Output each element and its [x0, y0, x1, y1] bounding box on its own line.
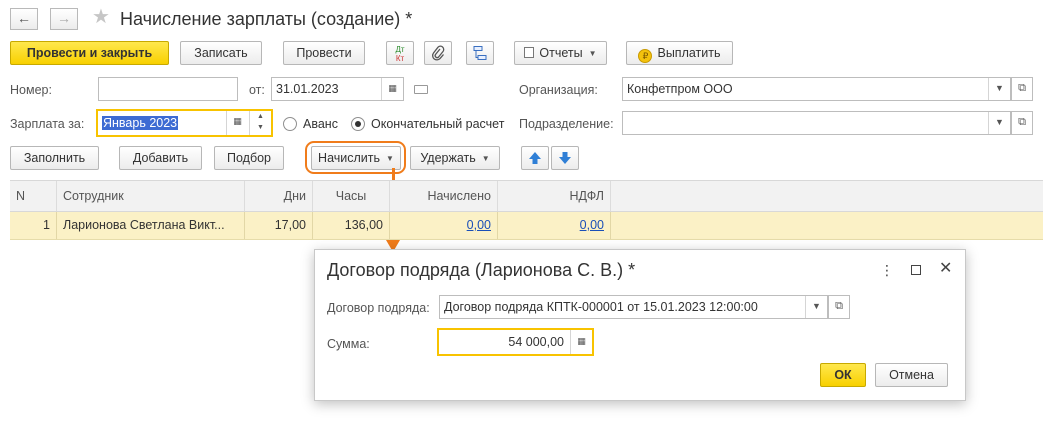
chevron-down-icon: ▼: [588, 48, 597, 58]
move-up-button[interactable]: [521, 146, 549, 170]
save-button[interactable]: Записать: [180, 41, 262, 65]
withhold-label: Удержать: [420, 151, 476, 165]
coin-icon: ₽: [638, 49, 653, 63]
period-spinner[interactable]: ▲ ▼: [249, 111, 271, 135]
row-number: 1: [10, 212, 57, 239]
reports-label: Отчеты: [539, 46, 583, 60]
salary-period-field[interactable]: Январь 2023 ▦ ▲ ▼: [96, 109, 273, 137]
arrow-up-icon: [529, 152, 541, 164]
dt-kt-icon: Дт Кт: [387, 42, 413, 63]
employee-cell[interactable]: Ларионова Светлана Викт...: [57, 212, 245, 239]
open-icon: ⧉: [1018, 116, 1026, 128]
maximize-icon[interactable]: [911, 265, 921, 275]
open-department-button[interactable]: ⧉: [1011, 111, 1033, 135]
page-title: Начисление зарплаты (создание) *: [120, 9, 413, 29]
ndfl-link[interactable]: 0,00: [580, 218, 604, 232]
accrued-cell[interactable]: 0,00: [390, 212, 498, 239]
select-button[interactable]: Подбор: [214, 146, 284, 170]
withhold-menu-button[interactable]: Удержать ▼: [410, 146, 500, 170]
advance-label: Аванс: [303, 117, 338, 131]
open-icon: ⧉: [1018, 82, 1026, 94]
structure-button[interactable]: [466, 41, 494, 65]
contract-field[interactable]: Договор подряда КПТК-000001 от 15.01.202…: [439, 295, 828, 319]
advance-radio[interactable]: [283, 117, 297, 131]
sum-field[interactable]: 54 000,00 ▦: [437, 328, 594, 356]
final-settlement-label: Окончательный расчет: [371, 117, 505, 131]
accrued-link[interactable]: 0,00: [467, 218, 491, 232]
dialog-title: Договор подряда (Ларионова С. В.) *: [327, 260, 636, 280]
forward-button[interactable]: →: [50, 8, 78, 30]
calendar-icon[interactable]: ▦: [381, 78, 403, 100]
column-header-hours[interactable]: Часы: [313, 181, 390, 211]
organization-field[interactable]: Конфетпром ООО ▼: [622, 77, 1011, 101]
calendar-icon[interactable]: ▦: [226, 111, 248, 135]
arrow-down-icon: [559, 152, 571, 164]
dt-label: Дт: [395, 45, 405, 54]
comment-icon[interactable]: [414, 85, 428, 94]
final-settlement-radio[interactable]: [351, 117, 365, 131]
date-label: от:: [249, 83, 265, 97]
table-header: N Сотрудник Дни Часы Начислено НДФЛ: [10, 180, 1043, 212]
chevron-down-icon[interactable]: ▼: [988, 112, 1010, 134]
sum-label: Сумма:: [327, 337, 370, 351]
back-button[interactable]: ←: [10, 8, 38, 30]
chevron-down-icon[interactable]: ▼: [805, 296, 827, 318]
column-header-accrued[interactable]: Начислено: [390, 181, 498, 211]
kt-label: Кт: [395, 54, 405, 63]
department-label: Подразделение:: [519, 117, 614, 131]
reports-icon: [524, 47, 535, 58]
calculator-icon[interactable]: ▦: [570, 330, 592, 354]
hierarchy-icon: [473, 46, 487, 60]
days-cell[interactable]: 17,00: [245, 212, 313, 239]
date-field[interactable]: 31.01.2023 ▦: [271, 77, 404, 101]
contract-dialog: Договор подряда (Ларионова С. В.) * ⋮ ✕ …: [314, 249, 966, 401]
contract-label: Договор подряда:: [327, 301, 430, 315]
paperclip-icon: [432, 45, 445, 61]
post-button[interactable]: Провести: [283, 41, 365, 65]
salary-period-value: Январь 2023: [102, 116, 179, 130]
add-button[interactable]: Добавить: [119, 146, 202, 170]
table-row[interactable]: 1 Ларионова Светлана Викт... 17,00 136,0…: [10, 212, 1043, 240]
more-icon[interactable]: ⋮: [880, 262, 894, 278]
number-label: Номер:: [10, 83, 52, 97]
arrow-right-icon: →: [57, 10, 71, 26]
organization-label: Организация:: [519, 83, 598, 97]
salary-for-label: Зарплата за:: [10, 117, 85, 131]
attach-button[interactable]: [424, 41, 452, 65]
favorite-star-icon[interactable]: ★: [92, 6, 110, 28]
contract-value: Договор подряда КПТК-000001 от 15.01.202…: [444, 300, 758, 314]
column-header-days[interactable]: Дни: [245, 181, 313, 211]
department-field[interactable]: ▼: [622, 111, 1011, 135]
open-organization-button[interactable]: ⧉: [1011, 77, 1033, 101]
post-and-close-button[interactable]: Провести и закрыть: [10, 41, 169, 65]
pay-label: Выплатить: [657, 46, 721, 60]
close-icon[interactable]: ✕: [939, 261, 952, 277]
column-header-employee[interactable]: Сотрудник: [57, 181, 245, 211]
ndfl-cell[interactable]: 0,00: [498, 212, 611, 239]
chevron-down-icon: ▼: [481, 153, 490, 163]
move-down-button[interactable]: [551, 146, 579, 170]
column-header-n[interactable]: N: [10, 181, 57, 211]
fill-button[interactable]: Заполнить: [10, 146, 99, 170]
dt-kt-button[interactable]: Дт Кт: [386, 41, 414, 65]
number-field[interactable]: [98, 77, 238, 101]
open-icon: ⧉: [835, 300, 843, 312]
chevron-down-icon[interactable]: ▼: [988, 78, 1010, 100]
reports-menu-button[interactable]: Отчеты ▼: [514, 41, 607, 65]
sum-value: 54 000,00: [508, 335, 564, 349]
cancel-button[interactable]: Отмена: [875, 363, 948, 387]
arrow-left-icon: ←: [17, 10, 31, 26]
open-contract-button[interactable]: ⧉: [828, 295, 850, 319]
column-header-ndfl[interactable]: НДФЛ: [498, 181, 611, 211]
ok-button[interactable]: ОК: [820, 363, 866, 387]
highlight-callout: [305, 141, 406, 174]
hours-cell[interactable]: 136,00: [313, 212, 390, 239]
organization-value: Конфетпром ООО: [627, 82, 733, 96]
pay-button[interactable]: ₽ Выплатить: [626, 41, 733, 65]
date-value: 31.01.2023: [276, 82, 339, 96]
